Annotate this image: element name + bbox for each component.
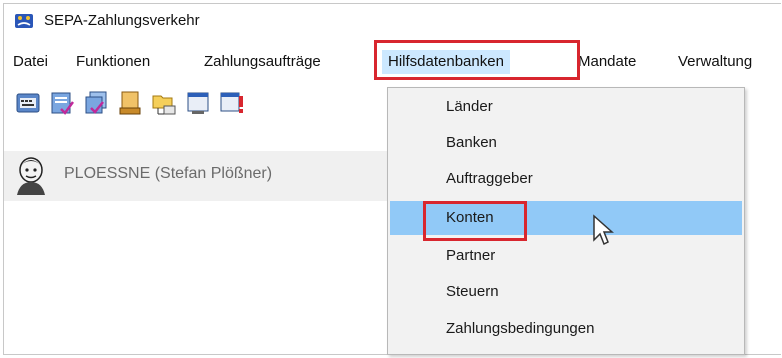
menu-funktionen[interactable]: Funktionen [76,50,150,74]
menu-mandate[interactable]: Mandate [578,50,636,74]
item-highlight-box [423,201,527,241]
user-label: PLOESSNE (Stefan Plößner) [64,165,273,182]
mouse-pointer-icon [593,214,614,246]
folder-network-icon[interactable] [150,88,178,118]
dropdown-item-steuern[interactable]: Steuern [390,275,742,309]
toolbar [4,88,388,122]
dropdown-item-auftraggeber[interactable]: Auftraggeber [390,162,742,196]
window-title: SEPA-Zahlungsverkehr [44,12,200,29]
menu-datei[interactable]: Datei [13,50,48,74]
dropdown-item-partner[interactable]: Partner [390,239,742,273]
documents-check-icon[interactable] [82,88,110,118]
user-avatar-icon [17,157,45,195]
dropdown-item-banken[interactable]: Banken [390,126,742,160]
sepa-app-icon [15,14,33,28]
menu-verwaltung[interactable]: Verwaltung [678,50,752,74]
menu-highlight-box [374,40,580,80]
app-window: SEPA-Zahlungsverkehr Datei Funktionen Za… [3,3,781,355]
user-row: PLOESSNE (Stefan Plößner) [4,151,388,201]
dropdown-item-zahlungsbedingungen[interactable]: Zahlungsbedingungen [390,312,742,346]
form-check-icon[interactable] [48,88,76,118]
menu-zahlungsauftraege[interactable]: Zahlungsaufträge [204,50,321,74]
keyboard-icon[interactable] [14,88,42,118]
title-bar: SEPA-Zahlungsverkehr [4,4,781,38]
stack-icon[interactable] [116,88,144,118]
window-alert-icon[interactable] [218,88,246,118]
window-icon[interactable] [184,88,212,118]
dropdown-item-laender[interactable]: Länder [390,90,742,124]
